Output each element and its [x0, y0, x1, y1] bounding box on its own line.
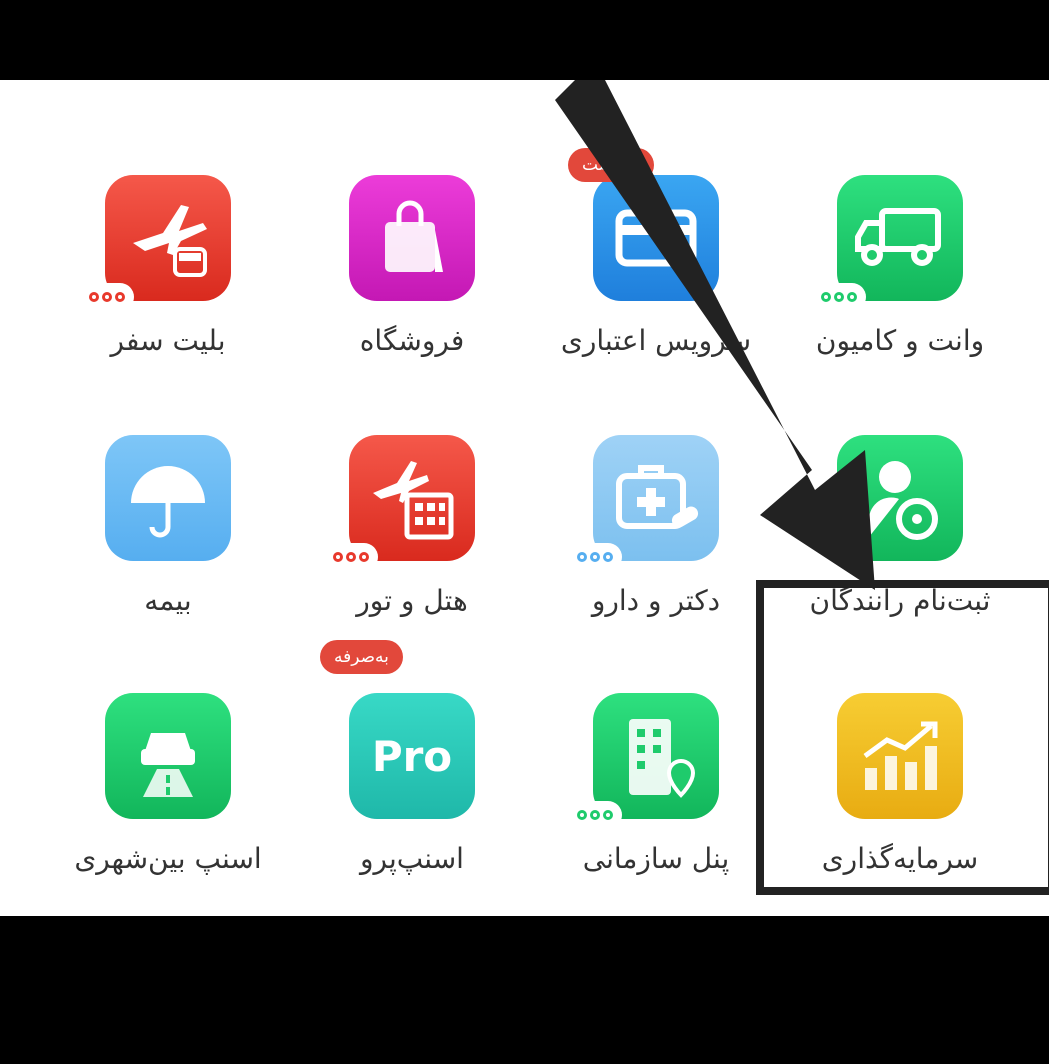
annotation-arrow-icon — [555, 80, 875, 590]
